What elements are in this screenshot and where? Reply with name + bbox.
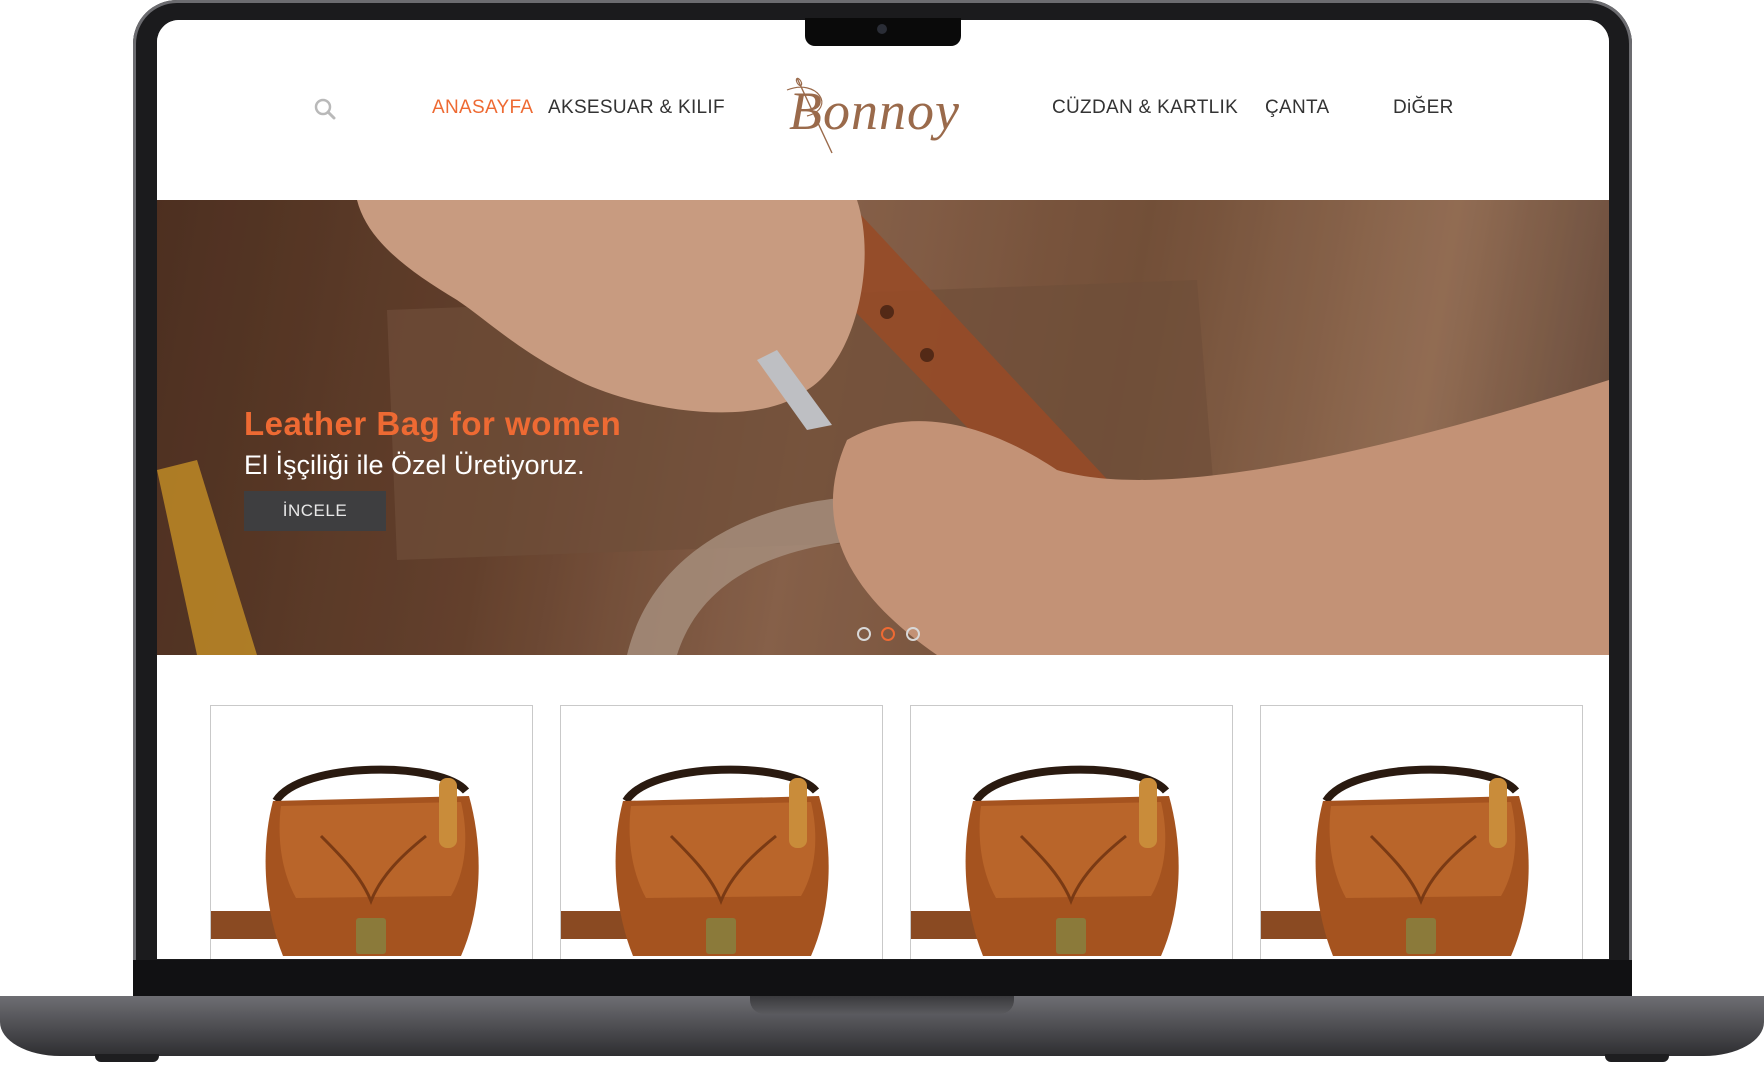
incele-button[interactable]: İNCELE <box>244 491 386 531</box>
slider-dots <box>857 627 926 646</box>
site-header: ANASAYFA AKSESUAR & KILIF Bonnoy CÜZDAN … <box>157 20 1609 200</box>
nav-item-canta[interactable]: ÇANTA <box>1265 97 1329 119</box>
hero-slider: Leather Bag for women El İşçiliği ile Öz… <box>157 200 1609 655</box>
product-card[interactable] <box>910 705 1233 959</box>
product-card[interactable] <box>210 705 533 959</box>
slider-dot-1[interactable] <box>857 627 871 641</box>
product-card[interactable] <box>560 705 883 959</box>
laptop-chin <box>133 960 1632 1000</box>
laptop-foot <box>1605 1054 1669 1062</box>
browser-screen: ANASAYFA AKSESUAR & KILIF Bonnoy CÜZDAN … <box>157 20 1609 959</box>
leather-bag-image <box>1261 765 1529 956</box>
logo-text: Bonnoy <box>789 81 960 141</box>
logo[interactable]: Bonnoy <box>777 68 997 158</box>
camera-icon <box>877 24 887 34</box>
laptop-mockup: ANASAYFA AKSESUAR & KILIF Bonnoy CÜZDAN … <box>0 0 1764 1067</box>
nav-item-aksesuar-kilif[interactable]: AKSESUAR & KILIF <box>548 97 725 119</box>
laptop-groove <box>750 996 1014 1014</box>
laptop-foot <box>95 1054 159 1062</box>
search-icon[interactable] <box>314 98 336 120</box>
nav-item-cuzdan-kartlik[interactable]: CÜZDAN & KARTLIK <box>1052 97 1238 119</box>
slider-dot-3[interactable] <box>905 627 920 641</box>
product-card[interactable] <box>1260 705 1583 959</box>
hero-title: Leather Bag for women <box>244 405 622 442</box>
nav-item-anasayfa[interactable]: ANASAYFA <box>432 97 533 119</box>
slider-dot-2[interactable] <box>881 627 896 641</box>
hero-subtitle: El İşçiliği ile Özel Üretiyoruz. <box>244 450 585 480</box>
nav-item-diger[interactable]: DiĞER <box>1393 97 1454 119</box>
leather-bag-image <box>561 765 829 956</box>
leather-bag-image <box>211 765 479 956</box>
laptop-base <box>0 996 1764 1056</box>
camera-notch <box>805 18 961 46</box>
leather-bag-image <box>911 765 1179 956</box>
product-grid <box>157 655 1609 959</box>
